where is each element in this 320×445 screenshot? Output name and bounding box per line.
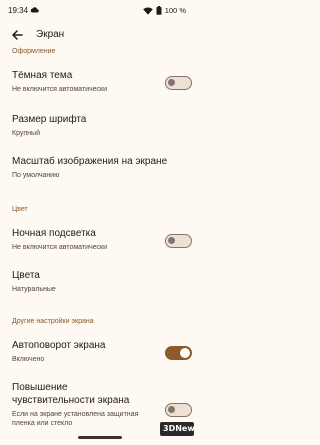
- setting-font-size[interactable]: Размер шрифта Крупный: [0, 110, 200, 144]
- setting-subtitle-line2: пленка или стекло: [12, 420, 73, 427]
- setting-night-light[interactable]: Ночная подсветка Не включится автоматиче…: [0, 224, 200, 258]
- setting-display-size[interactable]: Масштаб изображения на экране По умолчан…: [0, 152, 200, 186]
- setting-subtitle: Не включится автоматически: [12, 244, 108, 251]
- watermark-text: 3DNews: [163, 424, 200, 433]
- cloud-icon: [30, 7, 39, 13]
- toggle-thumb: [168, 406, 175, 413]
- section-header-other: Другие настройки экрана: [12, 318, 94, 325]
- section-header-appearance: Оформление: [12, 48, 56, 55]
- touch-sensitivity-toggle[interactable]: [165, 403, 192, 417]
- app-bar: Экран: [0, 24, 200, 46]
- setting-title: Цвета: [12, 270, 40, 281]
- wifi-icon: [142, 6, 153, 15]
- status-bar: 19:34 100 %: [0, 0, 200, 22]
- battery-icon: [156, 6, 162, 15]
- setting-title-line1: Повышение: [12, 382, 68, 393]
- gesture-bar[interactable]: [78, 436, 122, 439]
- setting-title: Размер шрифта: [12, 114, 87, 125]
- status-time: 19:34: [8, 6, 29, 15]
- setting-auto-rotate[interactable]: Автоповорот экрана Включено: [0, 336, 200, 370]
- section-header-color: Цвет: [12, 206, 28, 213]
- battery-percent: 100 %: [164, 6, 186, 15]
- dark-theme-toggle[interactable]: [165, 76, 192, 90]
- setting-subtitle: Натуральные: [12, 286, 56, 293]
- status-right: 100 %: [142, 6, 186, 15]
- setting-title: Тёмная тема: [12, 70, 73, 81]
- setting-title: Автоповорот экрана: [12, 340, 106, 351]
- page-title: Экран: [36, 29, 65, 40]
- toggle-thumb: [168, 79, 175, 86]
- toggle-thumb: [168, 237, 175, 244]
- night-light-toggle[interactable]: [165, 234, 192, 248]
- setting-subtitle: Включено: [12, 356, 45, 363]
- auto-rotate-toggle[interactable]: [165, 346, 192, 360]
- setting-subtitle-line1: Если на экране установлена защитная: [12, 411, 139, 418]
- setting-colors[interactable]: Цвета Натуральные: [0, 266, 200, 300]
- watermark-logo: 3DNews: [160, 422, 199, 436]
- setting-subtitle: Не включится автоматически: [12, 86, 108, 93]
- arrow-back-icon[interactable]: [9, 27, 25, 43]
- setting-subtitle: Крупный: [12, 130, 40, 137]
- setting-title: Масштаб изображения на экране: [12, 156, 168, 167]
- setting-dark-theme[interactable]: Тёмная тема Не включится автоматически: [0, 66, 200, 100]
- setting-subtitle: По умолчанию: [12, 172, 60, 179]
- toggle-thumb: [180, 348, 190, 358]
- setting-title-line2: чувствительности экрана: [12, 395, 130, 406]
- setting-title: Ночная подсветка: [12, 228, 96, 239]
